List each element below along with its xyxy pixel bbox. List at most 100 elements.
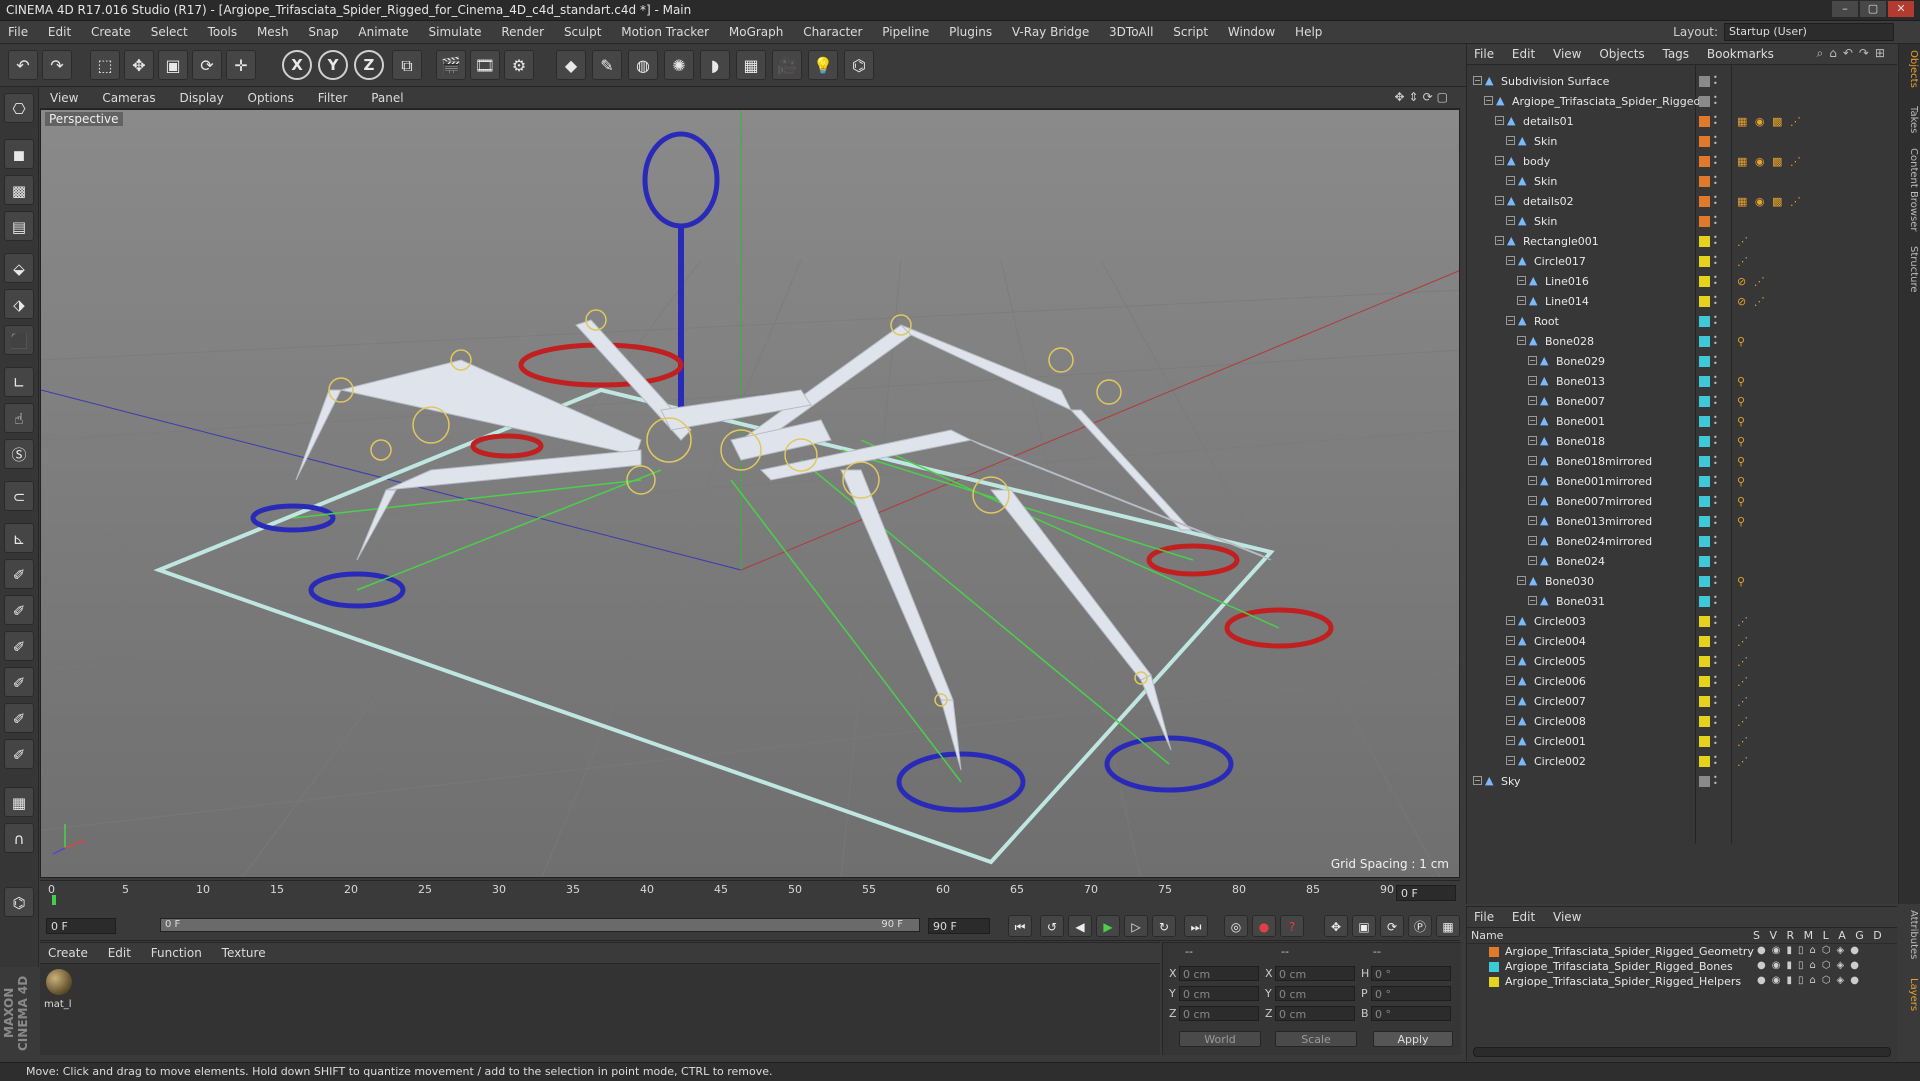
menu-edit[interactable]: Edit xyxy=(40,21,79,43)
expand-toggle-icon[interactable]: − xyxy=(1528,596,1537,605)
deformer-icon[interactable]: ◗ xyxy=(700,50,730,80)
go-to-end-icon[interactable]: ⏭ xyxy=(1184,915,1208,937)
visibility-dots-icon[interactable]: • • xyxy=(1713,594,1718,608)
position-y-field[interactable]: 0 cm xyxy=(1179,986,1259,1001)
material-menu-create[interactable]: Create xyxy=(40,943,96,963)
layer-color-swatch[interactable] xyxy=(1699,676,1710,687)
lock-workplane-icon[interactable]: ⊾ xyxy=(4,523,34,553)
expand-toggle-icon[interactable]: − xyxy=(1506,676,1515,685)
tab-attributes[interactable]: Attributes xyxy=(1901,910,1919,959)
visibility-dots-icon[interactable]: • • xyxy=(1713,494,1718,508)
expand-toggle-icon[interactable]: − xyxy=(1495,156,1504,165)
menu-file[interactable]: File xyxy=(0,21,36,43)
object-row[interactable]: − ▲ Bone024mirrored • • xyxy=(1467,532,1897,552)
layer-color-swatch[interactable] xyxy=(1699,136,1710,147)
object-tags[interactable]: ▦ ◉ ▩ ⋰ xyxy=(1737,195,1803,208)
visibility-dots-icon[interactable]: • • xyxy=(1713,694,1718,708)
expand-toggle-icon[interactable]: − xyxy=(1517,336,1526,345)
magnet-icon[interactable]: ⊂ xyxy=(4,481,34,511)
cube-primitive-icon[interactable]: ◆ xyxy=(556,50,586,80)
layer-color-swatch[interactable] xyxy=(1699,776,1710,787)
expand-toggle-icon[interactable]: − xyxy=(1517,576,1526,585)
layer-color-swatch[interactable] xyxy=(1699,256,1710,267)
menu-create[interactable]: Create xyxy=(83,21,139,43)
object-row[interactable]: − ▲ Bone007 • • ⚲ xyxy=(1467,392,1897,412)
visibility-dots-icon[interactable]: • • xyxy=(1713,714,1718,728)
object-row[interactable]: − ▲ body • • ▦ ◉ ▩ ⋰ xyxy=(1467,152,1897,172)
expand-toggle-icon[interactable]: − xyxy=(1528,376,1537,385)
menu-snap[interactable]: Snap xyxy=(300,21,346,43)
move-icon[interactable]: ✥ xyxy=(124,50,154,80)
menu-select[interactable]: Select xyxy=(143,21,196,43)
apply-button[interactable]: Apply xyxy=(1373,1031,1453,1047)
visibility-dots-icon[interactable]: • • xyxy=(1713,314,1718,328)
prev-key-icon[interactable]: ↺ xyxy=(1040,915,1064,937)
position-x-field[interactable]: 0 cm xyxy=(1179,966,1259,981)
tab-takes[interactable]: Takes xyxy=(1901,106,1919,133)
layer-color-swatch[interactable] xyxy=(1699,416,1710,427)
next-frame-icon[interactable]: ▷ xyxy=(1124,915,1148,937)
layer-color-swatch[interactable] xyxy=(1699,216,1710,227)
perspective-viewport[interactable]: Perspective Grid Spacing : 1 cm xyxy=(40,109,1460,878)
object-row[interactable]: − ▲ Bone028 • • ⚲ xyxy=(1467,332,1897,352)
checker-grid-icon[interactable]: ▦ xyxy=(4,787,34,817)
object-tags[interactable]: ▦ ◉ ▩ ⋰ xyxy=(1737,115,1803,128)
object-tags[interactable]: ⚲ xyxy=(1737,395,1747,408)
object-row[interactable]: − ▲ Bone018mirrored • • ⚲ xyxy=(1467,452,1897,472)
rotate-icon[interactable]: ⟳ xyxy=(192,50,222,80)
object-row[interactable]: − ▲ Line014 • • ⊘ ⋰ xyxy=(1467,292,1897,312)
expand-toggle-icon[interactable]: − xyxy=(1517,276,1526,285)
visibility-dots-icon[interactable]: • • xyxy=(1713,394,1718,408)
nurbs-icon[interactable]: ◍ xyxy=(628,50,658,80)
minimize-button[interactable]: – xyxy=(1832,1,1858,17)
layer-menu-view[interactable]: View xyxy=(1546,907,1588,927)
object-row[interactable]: − ▲ Circle001 • • ⋰ xyxy=(1467,732,1897,752)
layer-flag-icons[interactable]: ●◉▮▯⌂⬡◈● xyxy=(1757,945,1865,956)
rotation-b-field[interactable]: 0 ° xyxy=(1371,1006,1451,1021)
brush-tool-6-icon[interactable]: ✐ xyxy=(4,739,34,769)
layer-color-swatch[interactable] xyxy=(1699,76,1710,87)
visibility-dots-icon[interactable]: • • xyxy=(1713,74,1718,88)
object-row[interactable]: − ▲ Bone031 • • xyxy=(1467,592,1897,612)
visibility-dots-icon[interactable]: • • xyxy=(1713,294,1718,308)
menu-vray-bridge[interactable]: V-Ray Bridge xyxy=(1004,21,1097,43)
expand-toggle-icon[interactable]: − xyxy=(1506,656,1515,665)
brush-tool-5-icon[interactable]: ✐ xyxy=(4,703,34,733)
layer-color-swatch[interactable] xyxy=(1699,316,1710,327)
play-icon[interactable]: ▶ xyxy=(1096,915,1120,937)
frame-ruler[interactable]: 0 5 10 15 20 25 30 35 40 45 50 55 60 65 … xyxy=(48,883,1400,905)
visibility-dots-icon[interactable]: • • xyxy=(1713,434,1718,448)
make-editable-icon[interactable]: ⎔ xyxy=(4,93,34,123)
expand-toggle-icon[interactable]: − xyxy=(1528,416,1537,425)
object-row[interactable]: − ▲ Sky • • xyxy=(1467,772,1897,792)
layer-color-swatch[interactable] xyxy=(1699,196,1710,207)
layer-color-swatch[interactable] xyxy=(1699,276,1710,287)
layer-color-swatch[interactable] xyxy=(1699,616,1710,627)
key-pla-icon[interactable]: ▦ xyxy=(1436,915,1460,937)
layer-color-swatch[interactable] xyxy=(1699,496,1710,507)
object-row[interactable]: − ▲ Rectangle001 • • ⋰ xyxy=(1467,232,1897,252)
expand-toggle-icon[interactable]: − xyxy=(1528,436,1537,445)
object-tags[interactable]: ⚲ xyxy=(1737,335,1747,348)
layer-menu-edit[interactable]: Edit xyxy=(1505,907,1542,927)
redo-icon[interactable]: ↷ xyxy=(42,50,72,80)
visibility-dots-icon[interactable]: • • xyxy=(1713,374,1718,388)
expand-toggle-icon[interactable]: − xyxy=(1495,196,1504,205)
visibility-dots-icon[interactable]: • • xyxy=(1713,154,1718,168)
undo-icon[interactable]: ↶ xyxy=(8,50,38,80)
menu-plugins[interactable]: Plugins xyxy=(941,21,1000,43)
x-axis-lock-button[interactable]: X xyxy=(282,50,312,80)
layer-color-swatch[interactable] xyxy=(1699,236,1710,247)
layer-color-swatch[interactable] xyxy=(1699,536,1710,547)
visibility-dots-icon[interactable]: • • xyxy=(1713,234,1718,248)
viewport-menu-panel[interactable]: Panel xyxy=(361,88,413,108)
visibility-dots-icon[interactable]: • • xyxy=(1713,474,1718,488)
object-menu-tags[interactable]: Tags xyxy=(1655,44,1696,64)
expand-toggle-icon[interactable]: − xyxy=(1473,76,1482,85)
visibility-dots-icon[interactable]: • • xyxy=(1713,114,1718,128)
object-tags[interactable]: ⋰ xyxy=(1737,675,1750,688)
y-axis-lock-button[interactable]: Y xyxy=(318,50,348,80)
menu-3dtoall[interactable]: 3DToAll xyxy=(1101,21,1161,43)
brush-tool-2-icon[interactable]: ✐ xyxy=(4,595,34,625)
menu-script[interactable]: Script xyxy=(1165,21,1216,43)
